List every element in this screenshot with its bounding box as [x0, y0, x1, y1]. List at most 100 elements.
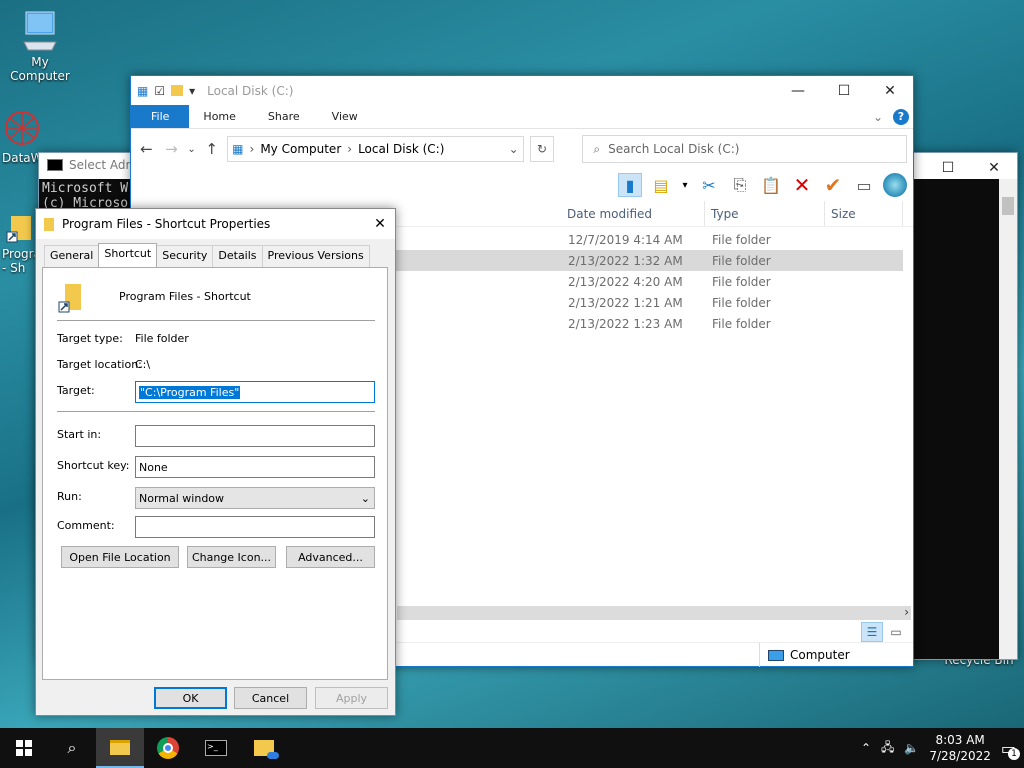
maximize-button[interactable]: ☐ — [821, 76, 867, 106]
shortcut-properties-dialog[interactable]: Program Files - Shortcut Properties ✕ Ge… — [35, 208, 396, 716]
folder-icon — [110, 739, 130, 755]
shortcut-tab-panel: Program Files - Shortcut Target type: Fi… — [42, 267, 388, 680]
desktop-icon-dataw[interactable]: DataW — [2, 108, 43, 165]
run-value: Normal window — [139, 491, 225, 505]
taskbar-onedrive-folder[interactable] — [240, 728, 288, 768]
breadcrumb-my-computer[interactable]: My Computer — [260, 142, 341, 156]
window-title: Local Disk (C:) — [207, 83, 294, 98]
comment-field[interactable] — [135, 516, 375, 538]
system-tray: ⌃ 🖧 🔈 8:03 AM 7/28/2022 ▭ 1 — [861, 732, 1024, 764]
apply-button[interactable]: Apply — [315, 687, 388, 709]
properties-icon[interactable]: ☑ — [154, 84, 165, 98]
tab-general[interactable]: General — [44, 245, 100, 267]
network-icon[interactable]: 🖧 — [881, 738, 894, 759]
paste-icon[interactable]: 📋 — [759, 173, 783, 197]
scroll-right-icon[interactable]: › — [904, 605, 909, 619]
search-button[interactable]: ⌕ — [48, 728, 96, 768]
refresh-button[interactable]: ↻ — [529, 136, 555, 162]
run-select[interactable]: Normal window ⌄ — [135, 487, 375, 509]
desktop-icon-my-computer[interactable]: My Computer — [2, 10, 78, 83]
globe-icon[interactable] — [883, 173, 907, 197]
show-hidden-icons-icon[interactable]: ⌃ — [861, 741, 871, 755]
search-box[interactable]: ⌕ Search Local Disk (C:) — [582, 135, 907, 163]
forward-button[interactable]: → — [162, 140, 181, 158]
tab-details[interactable]: Details — [212, 245, 263, 267]
target-field[interactable]: "C:\Program Files" — [135, 381, 375, 403]
notification-count: 1 — [1008, 747, 1020, 760]
taskbar-chrome[interactable] — [144, 728, 192, 768]
volume-icon[interactable]: 🔈 — [904, 741, 919, 755]
recent-locations-button[interactable]: ⌄ — [187, 144, 196, 155]
computer-icon — [23, 11, 57, 51]
cancel-button[interactable]: Cancel — [234, 687, 307, 709]
large-icons-view-icon[interactable]: ▭ — [885, 622, 907, 642]
file-date: 2/13/2022 1:21 AM — [568, 295, 683, 310]
desktop-icon-program-files-shortcut[interactable]: Progra - Sh — [2, 212, 41, 275]
cut-icon[interactable]: ✂ — [697, 173, 721, 197]
column-size[interactable]: Size — [825, 201, 903, 226]
tab-view[interactable]: View — [318, 105, 376, 128]
advanced-button[interactable]: Advanced... — [286, 546, 375, 568]
breadcrumb-separator-icon[interactable]: › — [347, 142, 352, 156]
tab-home[interactable]: Home — [189, 105, 253, 128]
new-folder-icon[interactable]: ▤ — [649, 173, 673, 197]
divider — [57, 411, 375, 412]
up-button[interactable]: ↑ — [202, 140, 221, 158]
column-type[interactable]: Type — [705, 201, 825, 226]
address-bar[interactable]: ▦ › My Computer › Local Disk (C:) ⌄ — [227, 136, 524, 162]
ribbon-expand-icon[interactable]: ⌄ — [873, 110, 883, 124]
minimize-button[interactable]: — — [775, 76, 821, 106]
dialog-title-bar[interactable]: Program Files - Shortcut Properties ✕ — [36, 209, 395, 239]
console-app-icon — [47, 159, 63, 171]
folder-icon[interactable] — [171, 85, 184, 96]
scroll-thumb[interactable] — [1002, 197, 1014, 215]
column-date-modified[interactable]: Date modified — [561, 201, 705, 226]
file-date: 2/13/2022 1:32 AM — [568, 253, 683, 268]
tab-share[interactable]: Share — [254, 105, 318, 128]
dropdown-icon[interactable]: ▾ — [680, 173, 690, 197]
dialog-tabs: General Shortcut Security Details Previo… — [44, 243, 370, 267]
chevron-down-icon: ⌄ — [360, 491, 370, 505]
horizontal-scrollbar[interactable]: › — [397, 605, 911, 620]
taskbar: ⌕ >_ ⌃ 🖧 🔈 8:03 AM 7/28/2022 ▭ 1 — [0, 728, 1024, 768]
start-in-field[interactable] — [135, 425, 375, 447]
taskbar-file-explorer[interactable] — [96, 728, 144, 768]
details-view-icon[interactable]: ☰ — [861, 622, 883, 642]
open-file-location-button[interactable]: Open File Location — [61, 546, 179, 568]
help-icon[interactable]: ? — [893, 108, 909, 125]
taskbar-command-prompt[interactable]: >_ — [192, 728, 240, 768]
folder-icon — [44, 217, 54, 231]
breadcrumb-local-disk[interactable]: Local Disk (C:) — [358, 142, 444, 156]
network-sphere-icon — [5, 111, 39, 145]
shortcut-key-field[interactable]: None — [135, 456, 375, 478]
tab-shortcut[interactable]: Shortcut — [98, 243, 158, 267]
computer-small-icon — [768, 649, 784, 661]
qat-dropdown-icon[interactable]: ▾ — [189, 84, 195, 98]
tab-security[interactable]: Security — [156, 245, 214, 267]
ok-button[interactable]: OK — [154, 687, 227, 709]
breadcrumb-separator-icon[interactable]: › — [250, 142, 255, 156]
close-icon[interactable]: ✕ — [365, 216, 395, 232]
copy-icon[interactable]: ⎘ — [728, 173, 752, 197]
maximize-icon: ☐ — [837, 83, 851, 99]
file-type: File folder — [712, 274, 771, 289]
shortcut-key-label: Shortcut key: — [57, 459, 130, 472]
rename-icon[interactable]: ▭ — [852, 173, 876, 197]
clock[interactable]: 8:03 AM 7/28/2022 — [929, 732, 991, 764]
start-button[interactable] — [0, 728, 48, 768]
change-icon-button[interactable]: Change Icon... — [187, 546, 276, 568]
close-button[interactable]: ✕ — [867, 76, 913, 106]
target-label: Target: — [57, 384, 95, 397]
back-button[interactable]: ← — [137, 140, 156, 158]
preview-pane-icon[interactable]: ▮ — [618, 173, 642, 197]
tab-file[interactable]: File — [131, 105, 190, 128]
console-scrollbar[interactable] — [999, 179, 1017, 659]
search-input[interactable]: Search Local Disk (C:) — [608, 142, 739, 156]
tab-previous-versions[interactable]: Previous Versions — [261, 245, 370, 267]
delete-icon[interactable]: ✕ — [790, 173, 814, 197]
check-icon[interactable]: ✔ — [821, 173, 845, 197]
ribbon-tabs: File Home Share View ⌄ ? — [131, 105, 913, 129]
file-date: 2/13/2022 4:20 AM — [568, 274, 683, 289]
address-dropdown-icon[interactable]: ⌄ — [509, 142, 519, 156]
notification-center-button[interactable]: ▭ 1 — [1001, 739, 1020, 760]
